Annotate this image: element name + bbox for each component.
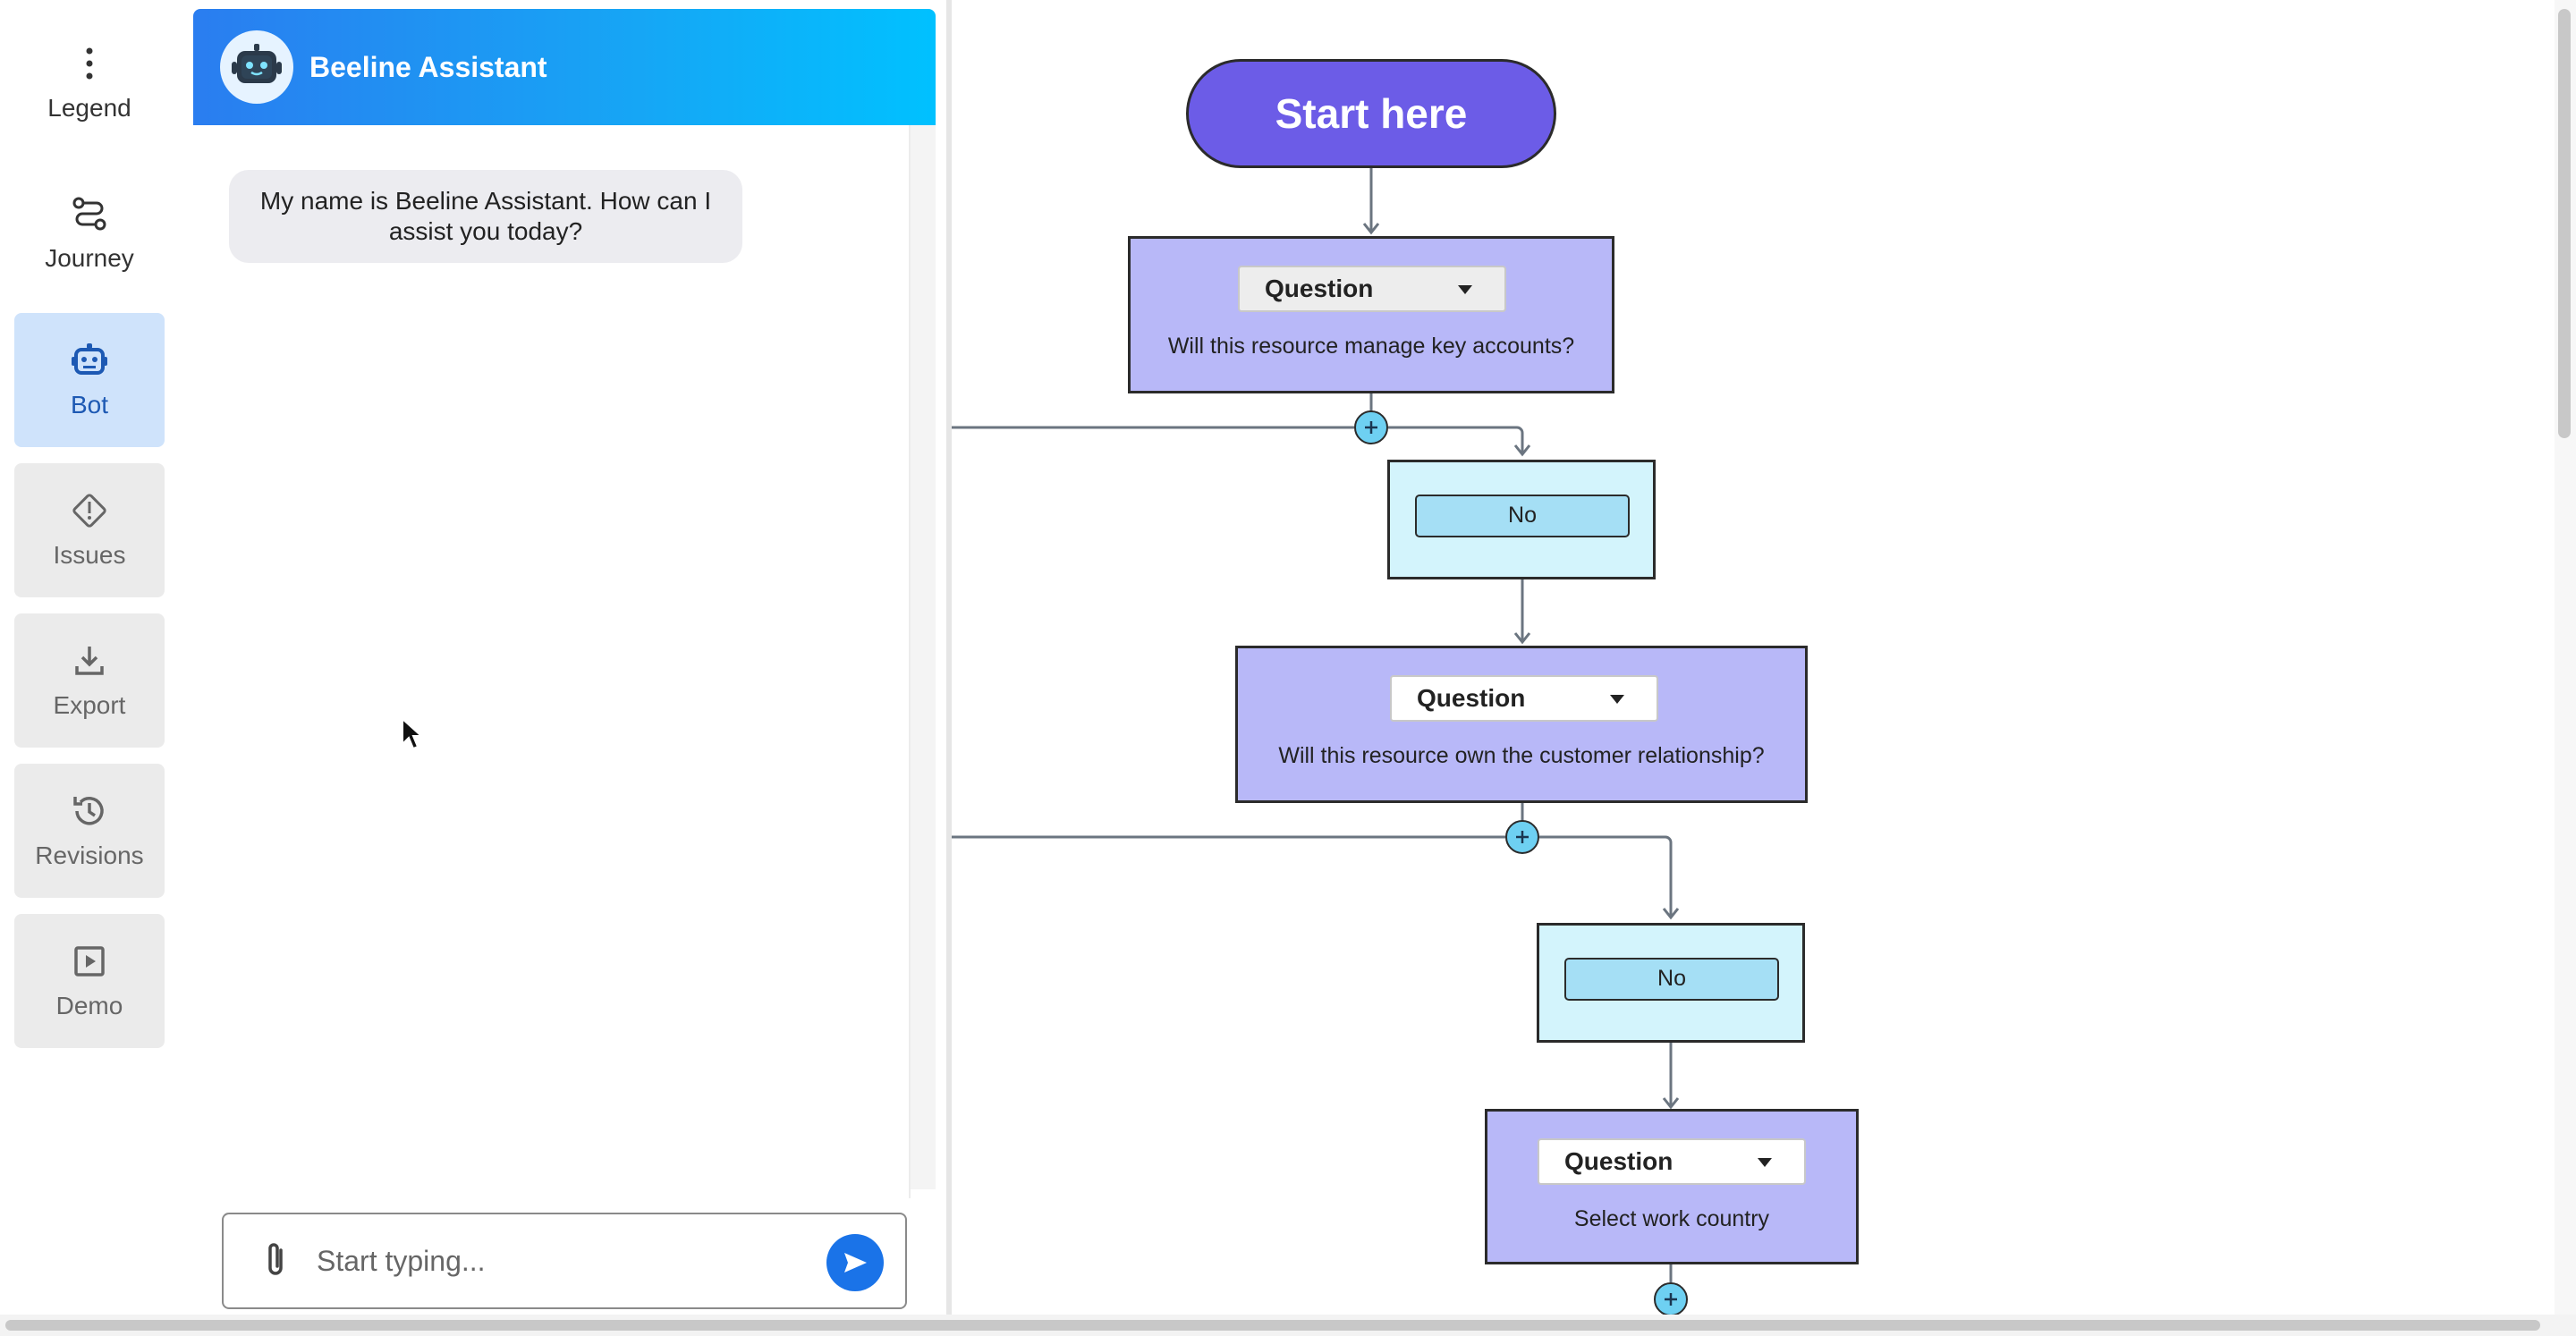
question-node[interactable]: Question Will this resource own the cust…	[1235, 646, 1808, 803]
mouse-cursor-icon	[402, 717, 424, 750]
node-type-select[interactable]: Question	[1238, 266, 1506, 312]
question-text: Select work country	[1573, 1206, 1770, 1231]
node-type-label: Question	[1265, 275, 1374, 302]
node-type-label: Question	[1564, 1147, 1674, 1175]
node-type-select[interactable]: Question	[1538, 1138, 1806, 1185]
node-type-select[interactable]: Question	[1390, 675, 1658, 722]
chevron-down-icon	[1758, 1158, 1772, 1167]
question-text: Will this resource manage key accounts?	[1167, 334, 1575, 359]
add-node-button[interactable]	[1505, 820, 1539, 854]
plus-icon	[1516, 831, 1529, 843]
question-node[interactable]: Question Will this resource manage key a…	[1128, 236, 1614, 393]
vertical-scrollbar-thumb[interactable]	[2558, 9, 2571, 438]
chevron-down-icon	[1610, 695, 1624, 704]
answer-label[interactable]: No	[1564, 958, 1779, 1001]
question-node[interactable]: Question Select work country	[1485, 1109, 1859, 1264]
horizontal-scrollbar-thumb[interactable]	[5, 1320, 2540, 1331]
question-text: Will this resource own the customer rela…	[1278, 743, 1765, 768]
answer-node[interactable]: No	[1387, 460, 1656, 579]
chevron-down-icon	[1458, 285, 1472, 294]
node-type-label: Question	[1417, 684, 1526, 712]
start-node[interactable]: Start here	[1186, 59, 1556, 168]
add-node-button[interactable]	[1354, 410, 1388, 444]
add-node-button[interactable]	[1654, 1282, 1688, 1316]
answer-label[interactable]: No	[1415, 495, 1630, 537]
plus-icon	[1365, 421, 1377, 434]
answer-node[interactable]: No	[1537, 923, 1805, 1043]
plus-icon	[1665, 1293, 1677, 1306]
